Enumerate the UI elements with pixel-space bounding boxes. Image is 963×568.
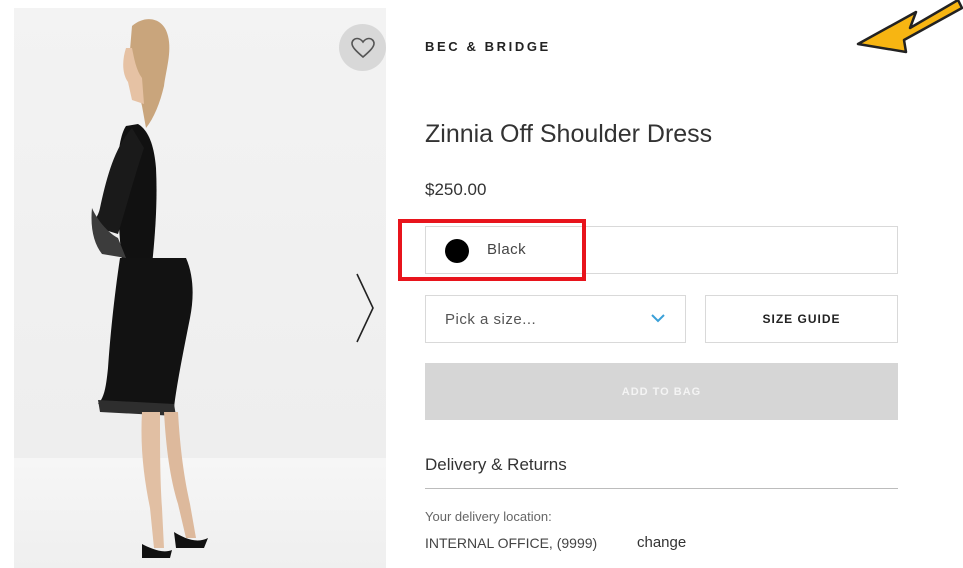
model-figure	[91, 19, 208, 558]
product-price: $250.00	[425, 180, 487, 199]
highlight-annotation	[398, 219, 586, 281]
change-location-link[interactable]: change	[637, 534, 686, 551]
divider	[425, 488, 898, 489]
chevron-down-icon	[651, 314, 665, 323]
size-select-placeholder: Pick a size...	[445, 311, 537, 328]
brand-logo[interactable]: BEC & BRIDGE	[425, 39, 551, 54]
chevron-right-icon[interactable]	[351, 270, 377, 346]
heart-icon	[350, 37, 375, 58]
delivery-location-label: Your delivery location:	[425, 509, 552, 524]
favorite-button[interactable]	[339, 24, 386, 71]
arrow-icon	[856, 0, 963, 54]
add-to-bag-button[interactable]: ADD TO BAG	[425, 363, 898, 420]
delivery-location-value: INTERNAL OFFICE, (9999)	[425, 535, 598, 551]
product-title: Zinnia Off Shoulder Dress	[425, 120, 713, 148]
delivery-returns-heading[interactable]: Delivery & Returns	[425, 455, 567, 475]
product-image[interactable]	[14, 8, 386, 568]
size-select[interactable]: Pick a size...	[425, 295, 686, 343]
size-guide-button[interactable]: SIZE GUIDE	[705, 295, 898, 343]
